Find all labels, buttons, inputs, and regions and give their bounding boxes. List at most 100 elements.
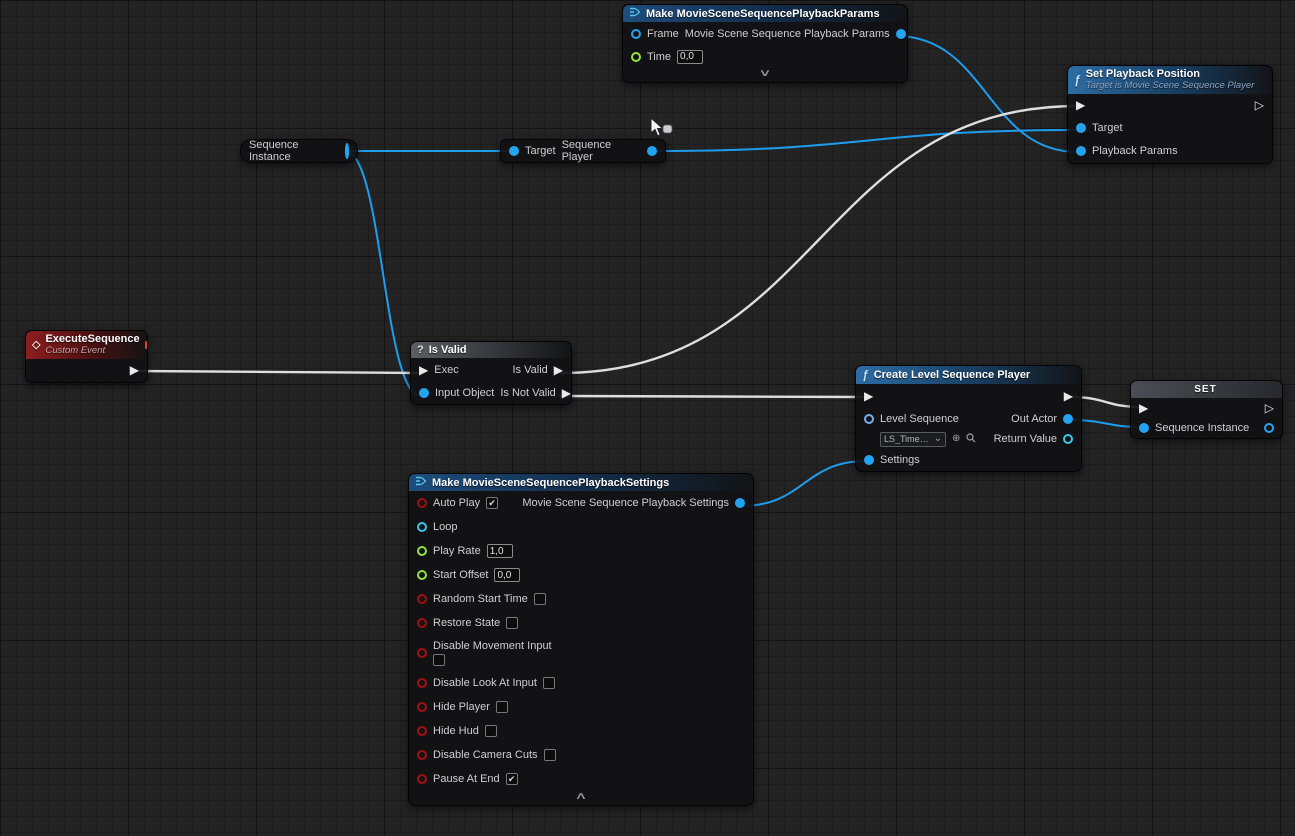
wire-settings-to-settings[interactable]: [741, 461, 866, 506]
loop-label: Loop: [433, 521, 457, 533]
node-get-sequence-player[interactable]: Target Sequence Player: [500, 139, 666, 163]
play-rate-pin[interactable]: [417, 546, 427, 556]
pause-at-end-pin[interactable]: [417, 774, 427, 784]
start-offset-label: Start Offset: [433, 569, 488, 581]
random-start-time-pin[interactable]: [417, 594, 427, 604]
exec-out-pin[interactable]: [1064, 390, 1073, 402]
restore-state-pin[interactable]: [417, 618, 427, 628]
wire-exec-isnotvalid-to-create[interactable]: [560, 396, 866, 397]
expand-pins-chevron-icon[interactable]: [509, 68, 1020, 82]
pause-at-end-checkbox[interactable]: [506, 773, 518, 785]
exec-in-pin[interactable]: [864, 390, 873, 402]
node-header[interactable]: Make MovieSceneSequencePlaybackSettings: [409, 474, 753, 491]
disable-camera-cuts-pin[interactable]: [417, 750, 427, 760]
input-object-label: Input Object: [435, 387, 494, 399]
node-header[interactable]: Make MovieSceneSequencePlaybackParams: [623, 5, 907, 22]
disable-look-at-input-pin[interactable]: [417, 678, 427, 688]
output-pin-label: Movie Scene Sequence Playback Params: [685, 28, 890, 40]
disable-movement-input-pin[interactable]: [417, 648, 427, 658]
disable-movement-input-checkbox[interactable]: [433, 654, 445, 666]
settings-output-pin[interactable]: [735, 498, 745, 508]
settings-output-label: Movie Scene Sequence Playback Settings: [522, 497, 729, 509]
return-value-pin[interactable]: [1063, 434, 1073, 444]
disable-camera-cuts-checkbox[interactable]: [544, 749, 556, 761]
auto-play-checkbox[interactable]: [486, 497, 498, 509]
settings-pin[interactable]: [864, 455, 874, 465]
node-make-playback-settings[interactable]: Make MovieSceneSequencePlaybackSettings …: [408, 473, 754, 806]
variable-name: Sequence Instance: [249, 139, 339, 163]
make-struct-icon: [415, 476, 427, 489]
set-output-pin[interactable]: [1264, 423, 1274, 433]
exec-in-pin[interactable]: [1139, 402, 1148, 414]
node-set-playback-position[interactable]: ƒ Set Playback Position Target is Movie …: [1067, 65, 1273, 164]
loop-pin[interactable]: [417, 522, 427, 532]
start-offset-pin[interactable]: [417, 570, 427, 580]
asset-name: LS_TimecodePr: [884, 434, 931, 444]
is-valid-exec-out-pin[interactable]: [554, 364, 563, 376]
hide-hud-checkbox[interactable]: [485, 725, 497, 737]
blueprint-graph-canvas[interactable]: Make MovieSceneSequencePlaybackParams Fr…: [0, 0, 1295, 836]
exec-out-pin[interactable]: [130, 364, 139, 376]
node-execute-sequence-event[interactable]: ◇ ExecuteSequence Custom Event: [25, 330, 148, 383]
function-icon: ƒ: [1074, 73, 1081, 87]
frame-pin[interactable]: [631, 29, 641, 39]
level-sequence-label: Level Sequence: [880, 413, 959, 425]
node-title: SET: [1194, 384, 1216, 395]
exec-out-pin[interactable]: [1265, 402, 1274, 414]
node-subtitle: Custom Event: [45, 346, 139, 357]
hide-hud-pin[interactable]: [417, 726, 427, 736]
time-value-input[interactable]: [677, 50, 703, 64]
exec-in-pin[interactable]: [1076, 99, 1085, 111]
is-not-valid-exec-out-pin[interactable]: [562, 387, 571, 399]
custom-event-icon: ◇: [32, 338, 40, 351]
auto-play-pin[interactable]: [417, 498, 427, 508]
random-start-time-checkbox[interactable]: [534, 593, 546, 605]
node-title: ExecuteSequence: [45, 333, 139, 346]
node-header[interactable]: ? Is Valid: [411, 342, 571, 358]
disable-movement-input-label: Disable Movement Input: [433, 640, 552, 652]
exec-in-pin[interactable]: [419, 364, 428, 376]
time-pin[interactable]: [631, 52, 641, 62]
node-set-sequence-instance[interactable]: SET Sequence Instance: [1130, 380, 1283, 439]
level-sequence-pin[interactable]: [864, 414, 874, 424]
node-create-level-sequence-player[interactable]: ƒ Create Level Sequence Player Level Seq…: [855, 365, 1082, 472]
node-header[interactable]: ◇ ExecuteSequence Custom Event: [26, 331, 147, 359]
node-get-sequence-instance[interactable]: Sequence Instance: [240, 139, 358, 163]
collapse-pins-chevron-icon[interactable]: [271, 791, 890, 805]
out-actor-label: Out Actor: [1011, 413, 1057, 425]
node-is-valid[interactable]: ? Is Valid Exec Is Valid Input Object Is…: [410, 341, 572, 405]
node-header[interactable]: ƒ Set Playback Position Target is Movie …: [1068, 66, 1272, 94]
node-title: Create Level Sequence Player: [874, 369, 1031, 381]
restore-state-checkbox[interactable]: [506, 617, 518, 629]
is-not-valid-out-label: Is Not Valid: [500, 387, 555, 399]
sequence-instance-in-pin[interactable]: [1139, 423, 1149, 433]
node-make-playback-params[interactable]: Make MovieSceneSequencePlaybackParams Fr…: [622, 4, 908, 83]
target-pin[interactable]: [1076, 123, 1086, 133]
hide-player-pin[interactable]: [417, 702, 427, 712]
input-object-pin[interactable]: [419, 388, 429, 398]
exec-out-pin[interactable]: [1255, 99, 1264, 111]
wire-sequence-player-to-target[interactable]: [657, 130, 1078, 151]
playback-params-output-pin[interactable]: [896, 29, 906, 39]
disable-look-at-input-checkbox[interactable]: [543, 677, 555, 689]
use-selected-asset-icon[interactable]: ⊕: [952, 434, 960, 444]
function-icon: ƒ: [862, 368, 869, 382]
target-pin[interactable]: [509, 146, 519, 156]
make-struct-icon: [629, 7, 641, 20]
node-header[interactable]: ƒ Create Level Sequence Player: [856, 366, 1081, 384]
wire-exec-event-to-isvalid[interactable]: [136, 371, 421, 373]
browse-asset-icon[interactable]: [966, 433, 976, 446]
level-sequence-asset-dropdown[interactable]: LS_TimecodePr ⌄: [880, 432, 946, 447]
node-header[interactable]: SET: [1131, 381, 1282, 398]
sequence-player-output-pin[interactable]: [647, 146, 657, 156]
out-actor-pin[interactable]: [1063, 414, 1073, 424]
start-offset-input[interactable]: [494, 568, 520, 582]
hide-player-label: Hide Player: [433, 701, 490, 713]
playback-params-pin[interactable]: [1076, 146, 1086, 156]
delegate-pin[interactable]: [145, 341, 147, 349]
return-value-label: Return Value: [994, 433, 1057, 445]
hide-player-checkbox[interactable]: [496, 701, 508, 713]
sequence-instance-output-pin[interactable]: [345, 143, 349, 159]
play-rate-input[interactable]: [487, 544, 513, 558]
frame-pin-label: Frame: [647, 28, 679, 40]
